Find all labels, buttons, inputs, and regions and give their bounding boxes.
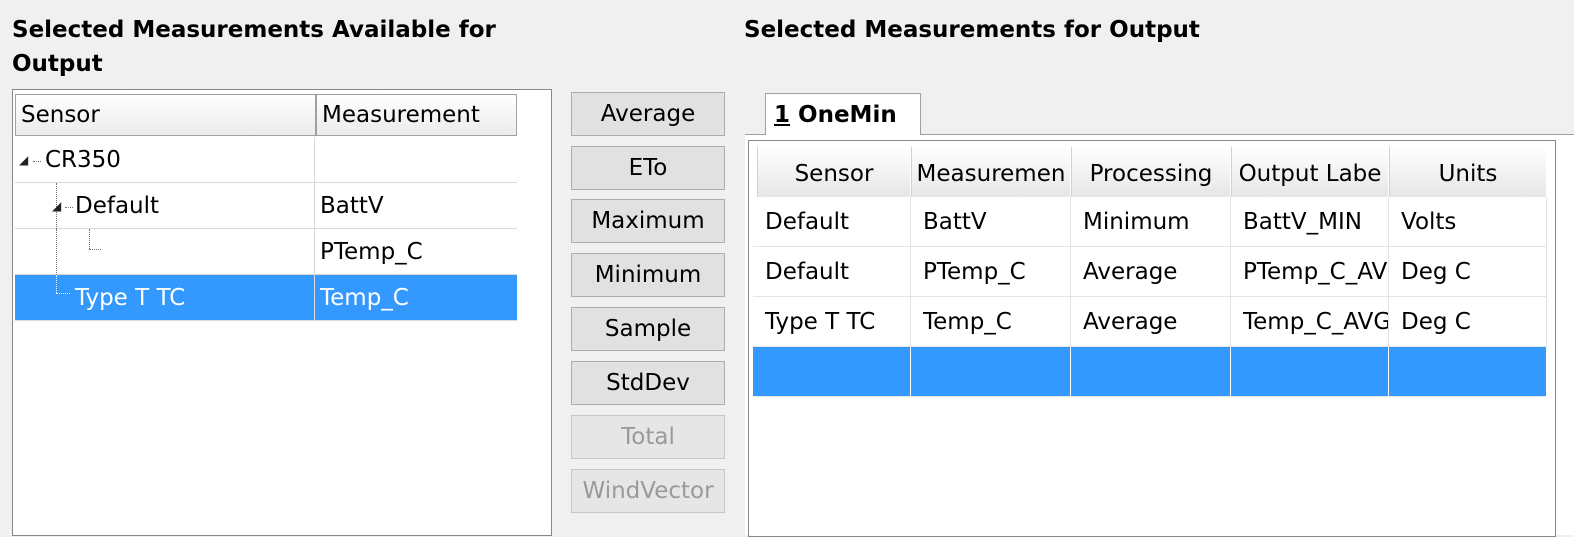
available-heading-line1: Selected Measurements Available for — [12, 17, 496, 43]
grid-header-measurement[interactable]: Measuremen — [911, 147, 1071, 197]
tree-sensor-label: Default — [75, 193, 160, 219]
tab-name: OneMin — [798, 102, 897, 128]
maximum-button[interactable]: Maximum — [571, 199, 725, 243]
expand-collapse-icon[interactable]: ◢ — [19, 137, 28, 183]
output-grid[interactable]: Sensor Measuremen Processing Output Labe… — [748, 140, 1556, 537]
tree-measurement-label — [315, 137, 517, 183]
tab-onemin[interactable]: 1 OneMin — [765, 93, 921, 135]
grid-cell-measurement[interactable]: Temp_C — [911, 297, 1071, 347]
windvector-button[interactable]: WindVector — [571, 469, 725, 513]
grid-cell-sensor[interactable]: Default — [753, 247, 911, 297]
tree-sensor-label: CR350 — [45, 147, 121, 173]
grid-cell-measurement[interactable]: PTemp_C — [911, 247, 1071, 297]
grid-cell-processing[interactable]: Average — [1071, 247, 1231, 297]
grid-cell-units[interactable]: Deg C — [1389, 297, 1547, 347]
tree-header-measurement[interactable]: Measurement — [316, 94, 517, 136]
expand-collapse-icon[interactable]: ◢ — [52, 183, 61, 229]
grid-cell-sensor[interactable] — [753, 347, 911, 397]
total-button[interactable]: Total — [571, 415, 725, 459]
tree-measurement-label: BattV — [315, 183, 517, 229]
grid-cell-measurement[interactable] — [911, 347, 1071, 397]
output-measurements-heading: Selected Measurements for Output — [744, 17, 1200, 43]
stddev-button[interactable]: StdDev — [571, 361, 725, 405]
average-button[interactable]: Average — [571, 92, 725, 136]
grid-cell-sensor[interactable]: Default — [753, 197, 911, 247]
grid-cell-units[interactable] — [1389, 347, 1547, 397]
tree-row-default[interactable]: ◢ Default BattV — [15, 183, 517, 229]
grid-cell-processing[interactable] — [1071, 347, 1231, 397]
grid-cell-units[interactable]: Volts — [1389, 197, 1547, 247]
grid-cell-units[interactable]: Deg C — [1389, 247, 1547, 297]
grid-header-output-label[interactable]: Output Labe — [1231, 147, 1389, 197]
tree-measurement-label: Temp_C — [315, 275, 517, 321]
grid-cell-sensor[interactable]: Type T TC — [753, 297, 911, 347]
sample-button[interactable]: Sample — [571, 307, 725, 351]
grid-cell-measurement[interactable]: BattV — [911, 197, 1071, 247]
available-heading-line2: Output — [12, 51, 103, 77]
grid-header-units[interactable]: Units — [1389, 147, 1547, 197]
grid-cell-output-label[interactable]: PTemp_C_AV — [1231, 247, 1389, 297]
tree-row-ptemp[interactable]: PTemp_C — [15, 229, 517, 275]
tree-header-sensor[interactable]: Sensor — [15, 94, 316, 136]
grid-header-processing[interactable]: Processing — [1071, 147, 1231, 197]
tree-sensor-label: Type T TC — [75, 285, 186, 311]
grid-cell-output-label[interactable] — [1231, 347, 1389, 397]
grid-cell-processing[interactable]: Minimum — [1071, 197, 1231, 247]
eto-button[interactable]: ETo — [571, 146, 725, 190]
tree-row-cr350[interactable]: ◢ CR350 — [15, 137, 517, 183]
available-measurements-tree[interactable]: Sensor Measurement ◢ CR350 ◢ Default Bat… — [12, 89, 552, 536]
tree-measurement-label: PTemp_C — [315, 229, 517, 275]
tree-row-type-t-tc[interactable]: Type T TC Temp_C — [15, 275, 517, 321]
grid-cell-output-label[interactable]: Temp_C_AVG — [1231, 297, 1389, 347]
grid-header-sensor[interactable]: Sensor — [757, 147, 911, 197]
tab-number: 1 — [774, 102, 791, 128]
grid-cell-output-label[interactable]: BattV_MIN — [1231, 197, 1389, 247]
minimum-button[interactable]: Minimum — [571, 253, 725, 297]
grid-cell-processing[interactable]: Average — [1071, 297, 1231, 347]
available-measurements-heading: Selected Measurements Available for Outp… — [12, 13, 496, 81]
